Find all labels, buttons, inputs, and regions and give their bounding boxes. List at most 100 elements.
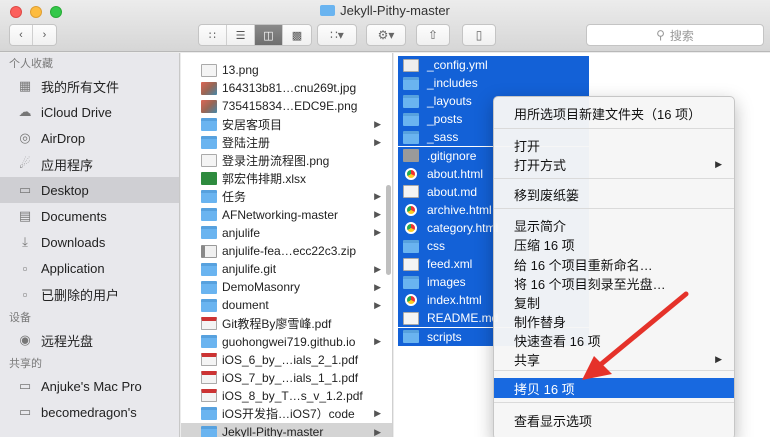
menu-item[interactable]: 显示简介 <box>494 215 734 235</box>
column2-item[interactable]: 164313b81…cnu269t.jpg <box>181 79 392 97</box>
menu-item[interactable]: 压缩 16 项 <box>494 234 734 254</box>
column2-item[interactable]: anjulife ▶ <box>181 224 392 242</box>
sidebar-item-deleted-users[interactable]: ▫ 已删除的用户 <box>0 281 179 307</box>
sidebar-item-airdrop[interactable]: ◎ AirDrop <box>0 125 179 151</box>
file-icon <box>201 244 217 258</box>
action-button[interactable]: ⚙▾ <box>366 24 406 46</box>
column-scrollbar[interactable] <box>386 185 391 275</box>
menu-item[interactable]: 移到废纸篓 <box>494 184 734 204</box>
menu-item[interactable]: 打开方式 ▶ <box>494 154 734 174</box>
column2-item[interactable]: 郭宏伟排期.xlsx <box>181 170 392 188</box>
disclosure-arrow-icon: ▶ <box>374 191 381 202</box>
folder-icon <box>403 239 419 253</box>
cover-flow-button[interactable]: ▩ <box>283 25 311 45</box>
column2-item[interactable]: Git教程By廖雪峰.pdf <box>181 314 392 332</box>
disclosure-arrow-icon: ▶ <box>374 263 381 274</box>
cloud-icon: ☁ <box>18 104 32 119</box>
column2-item[interactable]: iOS开发指…iOS7）code ▶ <box>181 405 392 423</box>
folder-icon <box>403 275 419 289</box>
menu-item-label: 用所选项目新建文件夹（16 项） <box>514 106 702 122</box>
column-view-button[interactable]: ◫ <box>255 25 283 45</box>
sidebar-item-shared-becomedragon[interactable]: ▭ becomedragon's <box>0 399 179 425</box>
file-icon <box>201 154 217 167</box>
column2-item-label: anjulife.git <box>222 262 277 277</box>
menu-item-label: 复制 <box>514 295 541 311</box>
icon-view-button[interactable]: ∷ <box>199 25 227 45</box>
column2-item[interactable]: doument ▶ <box>181 296 392 314</box>
menu-item-label: 显示简介 <box>514 218 567 234</box>
sidebar-item-application-folder[interactable]: ▫ Application <box>0 255 179 281</box>
folder-icon: ▫ <box>22 260 28 276</box>
column2-item[interactable]: iOS_7_by_…ials_1_1.pdf <box>181 369 392 387</box>
folder-icon <box>201 280 217 294</box>
list-icon: ☰ <box>235 29 246 42</box>
menu-item[interactable]: 给 16 个项目重新命名… <box>494 254 734 274</box>
list-view-button[interactable]: ☰ <box>227 25 255 45</box>
share-icon: ⇧ <box>427 28 439 42</box>
arrange-button[interactable]: ∷▾ <box>317 24 357 46</box>
column3-item[interactable]: _includes <box>398 74 589 93</box>
column2-item[interactable]: iOS_8_by_T…s_v_1.2.pdf <box>181 387 392 405</box>
menu-item[interactable]: 用所选项目新建文件夹（16 项） <box>494 103 734 123</box>
browser-document-icon <box>405 294 417 307</box>
folder-icon <box>201 226 217 240</box>
disclosure-arrow-icon: ▶ <box>374 336 381 346</box>
sidebar-item-remote-disc[interactable]: ◉ 远程光盘 <box>0 327 179 353</box>
column2-item[interactable]: AFNetworking-master ▶ <box>181 206 392 224</box>
column2-item[interactable]: 登录注册流程图.png <box>181 152 392 170</box>
column2-item[interactable]: 13.png <box>181 61 392 79</box>
column2-item-label: 安居客项目 <box>222 117 283 132</box>
menu-item[interactable]: 打开 <box>494 135 734 155</box>
column2-item[interactable]: 任务 ▶ <box>181 188 392 206</box>
arrange-grid-icon: ∷▾ <box>330 28 344 42</box>
grid-icon: ∷ <box>209 29 216 42</box>
sidebar-item-downloads[interactable]: ⤓ Downloads <box>0 229 179 255</box>
column2-item[interactable]: guohongwei719.github.io ▶ <box>181 333 392 351</box>
computer-icon: ▭ <box>18 378 32 393</box>
sidebar-item-all-files[interactable]: ▦ 我的所有文件 <box>0 73 179 99</box>
browser-document-icon <box>405 203 417 216</box>
column2-item[interactable]: anjulife.git ▶ <box>181 260 392 278</box>
folder-icon: ▫ <box>22 286 28 302</box>
sidebar-item-icloud[interactable]: ☁ iCloud Drive <box>0 99 179 125</box>
file-icon <box>403 257 419 271</box>
menu-separator <box>494 128 734 129</box>
column2-item[interactable]: 735415834…EDC9E.png <box>181 97 392 115</box>
folder-icon <box>201 208 217 222</box>
edit-tags-button[interactable]: ▯ <box>462 24 496 46</box>
sidebar-item-documents[interactable]: ▤ Documents <box>0 203 179 229</box>
sidebar-item-shared-mac-pro[interactable]: ▭ Anjuke's Mac Pro <box>0 373 179 399</box>
disclosure-arrow-icon: ▶ <box>374 209 381 220</box>
browser-document-icon <box>405 167 417 180</box>
column2-item[interactable]: 登陆注册 ▶ <box>181 133 392 151</box>
column3-item[interactable]: _config.yml <box>398 56 589 74</box>
menu-item-label: 共享 <box>514 352 541 368</box>
search-field[interactable]: ⚲ 搜索 <box>586 24 764 46</box>
folder-icon <box>201 425 217 437</box>
window-title: Jekyll-Pithy-master <box>0 3 770 18</box>
folder-icon <box>403 130 419 144</box>
column2-item-selected[interactable]: Jekyll-Pithy-master ▶ <box>181 423 392 437</box>
file-icon <box>201 172 217 186</box>
sidebar-section-favorites: 个人收藏 <box>9 58 53 70</box>
file-icon <box>403 311 419 325</box>
column3-item-label: category.html <box>427 220 499 235</box>
back-button[interactable]: ‹ <box>10 25 33 45</box>
disc-icon: ◉ <box>19 332 31 347</box>
share-button[interactable]: ⇧ <box>416 24 450 46</box>
column2-item-label: 登录注册流程图.png <box>222 154 330 168</box>
column2-item[interactable]: iOS_6_by_…ials_2_1.pdf <box>181 351 392 369</box>
menu-item-label: 制作替身 <box>514 314 567 330</box>
column2-item[interactable]: anjulife-fea…ecc22c3.zip <box>181 242 392 260</box>
nav-buttons: ‹ › <box>9 24 57 46</box>
column2-item-label: 13.png <box>222 63 259 77</box>
sidebar-item-applications[interactable]: ☄ 应用程序 <box>0 151 179 177</box>
forward-button[interactable]: › <box>33 25 56 45</box>
sidebar-item-desktop[interactable]: ▭ Desktop <box>0 177 179 203</box>
file-icon <box>403 58 419 72</box>
column2-item[interactable]: DemoMasonry ▶ <box>181 278 392 296</box>
menu-item[interactable]: 查看显示选项 <box>494 410 734 430</box>
tag-icon: ▯ <box>475 28 483 42</box>
menu-item-label: 打开方式 <box>514 157 567 173</box>
column2-item[interactable]: 安居客项目 ▶ <box>181 115 392 133</box>
